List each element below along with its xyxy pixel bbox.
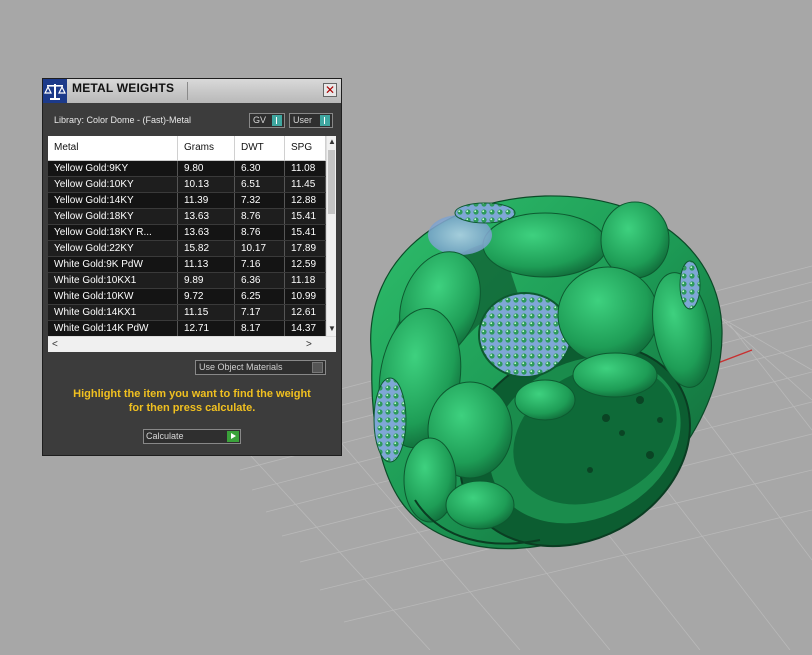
vertical-scrollbar[interactable]: ▲ ▼ [326, 136, 336, 336]
cell-metal: White Gold:14KX1 [48, 305, 178, 320]
cell-spg: 15.41 [285, 225, 326, 240]
cell-grams: 10.13 [178, 177, 235, 192]
calculate-button[interactable]: Calculate [143, 429, 241, 444]
table-row[interactable]: White Gold:9K PdW 11.13 7.16 12.59 [48, 257, 326, 273]
column-header-spg[interactable]: SPG [285, 136, 326, 160]
cell-grams: 13.63 [178, 225, 235, 240]
scroll-left-icon[interactable]: < [52, 339, 58, 350]
cell-dwt: 7.16 [235, 257, 285, 272]
column-header-dwt[interactable]: DWT [235, 136, 285, 160]
cell-grams: 15.82 [178, 241, 235, 256]
user-toggle-label: User [293, 115, 313, 125]
cell-metal: Yellow Gold:9KY [48, 161, 178, 176]
table-row[interactable]: White Gold:10KX1 9.89 6.36 11.18 [48, 273, 326, 289]
cell-dwt: 8.17 [235, 321, 285, 336]
cell-spg: 12.59 [285, 257, 326, 272]
table-row[interactable]: Yellow Gold:18KY 13.63 8.76 15.41 [48, 209, 326, 225]
library-label: Library: Color Dome - (Fast)-Metal [54, 115, 192, 125]
instruction-line-2: for then press calculate. [128, 402, 256, 414]
close-button[interactable]: ✕ [323, 83, 337, 97]
metal-weights-panel: METAL WEIGHTS ✕ Library: Color Dome - (F… [42, 78, 342, 456]
column-header-grams[interactable]: Grams [178, 136, 235, 160]
cell-grams: 11.13 [178, 257, 235, 272]
cell-dwt: 6.25 [235, 289, 285, 304]
cell-dwt: 7.17 [235, 305, 285, 320]
column-header-metal[interactable]: Metal [48, 136, 178, 160]
cell-grams: 9.89 [178, 273, 235, 288]
toggle-off-icon [312, 362, 323, 373]
table-header: Metal Grams DWT SPG [48, 136, 326, 161]
cell-grams: 12.71 [178, 321, 235, 336]
user-toggle[interactable]: User [289, 113, 333, 128]
cell-dwt: 8.76 [235, 209, 285, 224]
cell-spg: 15.41 [285, 209, 326, 224]
cell-grams: 11.15 [178, 305, 235, 320]
play-arrow-icon [227, 431, 239, 442]
table-row[interactable]: Yellow Gold:18KY R... 13.63 8.76 15.41 [48, 225, 326, 241]
cell-grams: 11.39 [178, 193, 235, 208]
gv-toggle-label: GV [253, 115, 267, 125]
cell-spg: 11.45 [285, 177, 326, 192]
cell-metal: Yellow Gold:10KY [48, 177, 178, 192]
cell-spg: 12.61 [285, 305, 326, 320]
cell-grams: 9.72 [178, 289, 235, 304]
cell-metal: White Gold:10KW [48, 289, 178, 304]
titlebar-divider [187, 82, 188, 100]
table-row[interactable]: White Gold:14K PdW 12.71 8.17 14.37 [48, 321, 326, 336]
cell-metal: Yellow Gold:18KY [48, 209, 178, 224]
metal-table: Metal Grams DWT SPG Yellow Gold:9KY 9.80 6… [48, 136, 336, 352]
table-row[interactable]: Yellow Gold:10KY 10.13 6.51 11.45 [48, 177, 326, 193]
cell-dwt: 6.51 [235, 177, 285, 192]
table-row[interactable]: Yellow Gold:22KY 15.82 10.17 17.89 [48, 241, 326, 257]
cell-grams: 9.80 [178, 161, 235, 176]
scroll-up-icon[interactable]: ▲ [328, 137, 336, 146]
cell-spg: 17.89 [285, 241, 326, 256]
table-body: Yellow Gold:9KY 9.80 6.30 11.08 Yellow Gold:… [48, 161, 326, 336]
cell-metal: White Gold:14K PdW [48, 321, 178, 336]
table-row[interactable]: White Gold:10KW 9.72 6.25 10.99 [48, 289, 326, 305]
cell-metal: Yellow Gold:18KY R... [48, 225, 178, 240]
toggle-on-icon [320, 115, 330, 126]
cell-metal: Yellow Gold:22KY [48, 241, 178, 256]
panel-title: METAL WEIGHTS [72, 81, 175, 95]
cell-metal: Yellow Gold:14KY [48, 193, 178, 208]
cell-metal: White Gold:9K PdW [48, 257, 178, 272]
instruction-text: Highlight the item you want to find the … [43, 387, 341, 415]
gv-toggle[interactable]: GV [249, 113, 285, 128]
scale-icon [43, 79, 67, 103]
cell-dwt: 10.17 [235, 241, 285, 256]
instruction-line-1: Highlight the item you want to find the … [73, 388, 311, 400]
use-object-materials-label: Use Object Materials [199, 362, 283, 372]
cell-spg: 10.99 [285, 289, 326, 304]
cell-dwt: 6.30 [235, 161, 285, 176]
cell-spg: 12.88 [285, 193, 326, 208]
cell-spg: 11.08 [285, 161, 326, 176]
scroll-right-icon[interactable]: > [306, 339, 312, 350]
cell-metal: White Gold:10KX1 [48, 273, 178, 288]
cell-spg: 11.18 [285, 273, 326, 288]
panel-titlebar[interactable]: METAL WEIGHTS ✕ [43, 79, 341, 103]
cell-dwt: 7.32 [235, 193, 285, 208]
table-row[interactable]: Yellow Gold:9KY 9.80 6.30 11.08 [48, 161, 326, 177]
gem-pave-cluster [478, 292, 572, 378]
toggle-on-icon [272, 115, 282, 126]
cell-dwt: 6.36 [235, 273, 285, 288]
scrollbar-thumb[interactable] [328, 150, 335, 214]
table-row[interactable]: White Gold:14KX1 11.15 7.17 12.61 [48, 305, 326, 321]
table-row[interactable]: Yellow Gold:14KY 11.39 7.32 12.88 [48, 193, 326, 209]
cell-spg: 14.37 [285, 321, 326, 336]
use-object-materials-toggle[interactable]: Use Object Materials [195, 360, 326, 375]
horizontal-scrollbar[interactable]: < > [48, 336, 336, 352]
cell-dwt: 8.76 [235, 225, 285, 240]
calculate-label: Calculate [146, 431, 184, 441]
scroll-down-icon[interactable]: ▼ [328, 324, 336, 333]
cell-grams: 13.63 [178, 209, 235, 224]
ring-model[interactable] [370, 195, 726, 585]
